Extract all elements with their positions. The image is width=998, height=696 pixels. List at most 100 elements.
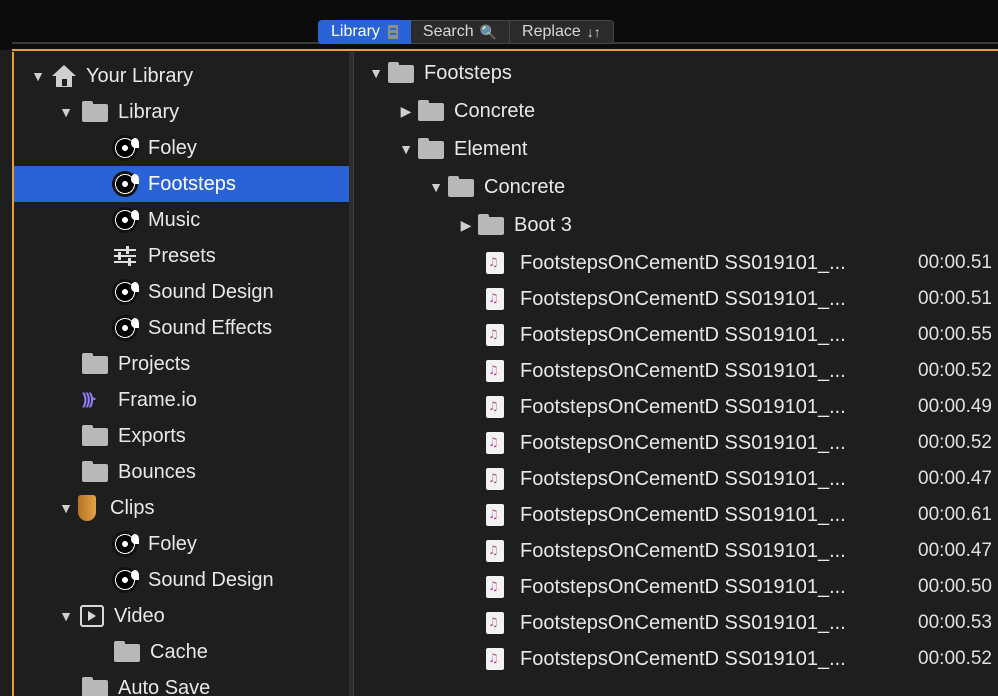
folder-label: Footsteps <box>424 61 512 84</box>
audio-file-icon <box>486 468 504 490</box>
table-row[interactable]: FootstepsOnCementD SS019101_... 00:00.50 <box>354 568 998 606</box>
audio-file-icon <box>486 324 504 346</box>
table-row[interactable]: FootstepsOnCementD SS019101_... 00:00.49 <box>354 388 998 426</box>
folder-label: Concrete <box>484 175 566 198</box>
sidebar-item-label: Bounces <box>118 460 196 483</box>
sidebar-item-video[interactable]: ▼ Video <box>14 598 349 634</box>
sidebar-item-exports[interactable]: Exports <box>14 418 349 454</box>
sidebar-item-bounces[interactable]: Bounces <box>14 454 349 490</box>
sidebar-item-projects[interactable]: Projects <box>14 346 349 382</box>
audio-file-icon <box>486 432 504 454</box>
sidebar-item-label: Sound Effects <box>148 316 273 339</box>
sidebar-item-label: Projects <box>118 352 191 375</box>
disclosure-triangle[interactable]: ▶ <box>398 103 414 120</box>
file-name: FootstepsOnCementD SS019101_... <box>520 287 846 310</box>
file-name: FootstepsOnCementD SS019101_... <box>520 503 846 526</box>
sound-disc-icon <box>112 135 139 161</box>
sidebar-item-footsteps[interactable]: Footsteps <box>14 166 349 202</box>
sidebar-item-clips-foley[interactable]: Foley <box>14 526 349 562</box>
search-icon: 🔍 <box>479 23 498 40</box>
sidebar-item-auto-save[interactable]: Auto Save <box>14 670 349 696</box>
file-name: FootstepsOnCementD SS019101_... <box>520 251 846 274</box>
sidebar-item-sound-effects[interactable]: Sound Effects <box>14 310 349 346</box>
disclosure-triangle[interactable]: ▶ <box>458 217 474 234</box>
disclosure-triangle[interactable]: ▼ <box>428 179 444 195</box>
audio-file-icon <box>486 252 504 274</box>
audio-file-icon <box>486 396 504 418</box>
file-name: FootstepsOnCementD SS019101_... <box>520 539 846 562</box>
sidebar-item-library[interactable]: ▼ Library <box>14 94 349 130</box>
sound-disc-icon <box>112 279 139 305</box>
table-row[interactable]: FootstepsOnCementD SS019101_... 00:00.47 <box>354 532 998 570</box>
sidebar-item-cache[interactable]: Cache <box>14 634 349 670</box>
file-name: FootstepsOnCementD SS019101_... <box>520 431 846 454</box>
sound-disc-icon <box>112 315 139 341</box>
file-duration: 00:00.51 <box>918 252 992 273</box>
file-name: FootstepsOnCementD SS019101_... <box>520 647 846 670</box>
disclosure-triangle[interactable]: ▼ <box>58 500 74 516</box>
sidebar-item-label: Foley <box>148 136 197 159</box>
sidebar-item-your-library[interactable]: ▼ Your Library <box>14 58 349 94</box>
file-name: FootstepsOnCementD SS019101_... <box>520 395 846 418</box>
audio-file-icon <box>486 360 504 382</box>
tab-library[interactable]: Library <box>318 20 411 44</box>
file-name: FootstepsOnCementD SS019101_... <box>520 575 846 598</box>
table-row[interactable]: FootstepsOnCementD SS019101_... 00:00.61 <box>354 496 998 534</box>
disclosure-triangle[interactable]: ▼ <box>58 608 74 624</box>
table-row[interactable]: FootstepsOnCementD SS019101_... 00:00.53 <box>354 604 998 642</box>
browser-folder-concrete[interactable]: ▶ Concrete <box>354 92 998 130</box>
sidebar-item-label: Cache <box>150 640 208 663</box>
table-row[interactable]: FootstepsOnCementD SS019101_... 00:00.52 <box>354 640 998 678</box>
tab-replace[interactable]: Replace ↓↑ <box>510 20 614 44</box>
folder-icon <box>448 176 474 197</box>
folder-label: Concrete <box>454 99 536 122</box>
disclosure-triangle[interactable]: ▼ <box>30 68 46 84</box>
table-row[interactable]: FootstepsOnCementD SS019101_... 00:00.51 <box>354 280 998 318</box>
browser-folder-element-concrete[interactable]: ▼ Concrete <box>354 168 998 206</box>
folder-icon <box>82 101 108 122</box>
tab-library-label: Library <box>331 23 380 40</box>
table-row[interactable]: FootstepsOnCementD SS019101_... 00:00.52 <box>354 424 998 462</box>
disclosure-triangle[interactable]: ▼ <box>368 65 384 81</box>
folder-icon <box>82 461 108 482</box>
sidebar-item-label: Auto Save <box>118 676 211 696</box>
browser-folder-element[interactable]: ▼ Element <box>354 130 998 168</box>
sidebar-item-label: Sound Design <box>148 280 274 303</box>
folder-label: Element <box>454 137 528 160</box>
disclosure-triangle[interactable]: ▼ <box>58 104 74 120</box>
audio-file-icon <box>486 576 504 598</box>
sidebar-item-foley[interactable]: Foley <box>14 130 349 166</box>
sidebar-item-label: Music <box>148 208 201 231</box>
sidebar-item-label: Library <box>118 100 180 123</box>
file-browser: ▼ Footsteps ▶ Concrete ▼ Element ▼ Concr… <box>354 52 998 696</box>
folder-icon <box>418 100 444 121</box>
browser-folder-boot-3[interactable]: ▶ Boot 3 <box>354 206 998 244</box>
sidebar-item-frameio[interactable]: )))· Frame.io <box>14 382 349 418</box>
focus-accent-line <box>12 49 998 51</box>
sidebar-item-clips-sound-design[interactable]: Sound Design <box>14 562 349 598</box>
audio-file-icon <box>486 612 504 634</box>
sidebar-item-clips[interactable]: ▼ Clips <box>14 490 349 526</box>
sidebar-item-presets[interactable]: Presets <box>14 238 349 274</box>
sidebar-item-label: Footsteps <box>148 172 236 195</box>
disclosure-triangle[interactable]: ▼ <box>398 141 414 157</box>
sidebar-item-label: Your Library <box>86 64 194 87</box>
browser-folder-footsteps[interactable]: ▼ Footsteps <box>354 54 998 92</box>
folder-icon <box>418 138 444 159</box>
table-row[interactable]: FootstepsOnCementD SS019101_... 00:00.47 <box>354 460 998 498</box>
sidebar-item-label: Presets <box>148 244 216 267</box>
sound-disc-icon <box>112 171 139 197</box>
file-duration: 00:00.53 <box>918 612 992 633</box>
audio-file-icon <box>486 540 504 562</box>
table-row[interactable]: FootstepsOnCementD SS019101_... 00:00.51 <box>354 244 998 282</box>
table-row[interactable]: FootstepsOnCementD SS019101_... 00:00.55 <box>354 316 998 354</box>
table-row[interactable]: FootstepsOnCementD SS019101_... 00:00.52 <box>354 352 998 390</box>
audio-file-icon <box>486 504 504 526</box>
sidebar-item-music[interactable]: Music <box>14 202 349 238</box>
audio-file-icon <box>486 648 504 670</box>
sidebar-item-sound-design[interactable]: Sound Design <box>14 274 349 310</box>
file-duration: 00:00.49 <box>918 396 992 417</box>
sidebar-item-label: Exports <box>118 424 186 447</box>
tab-search[interactable]: Search 🔍 <box>410 20 511 44</box>
sound-disc-icon <box>112 567 139 593</box>
